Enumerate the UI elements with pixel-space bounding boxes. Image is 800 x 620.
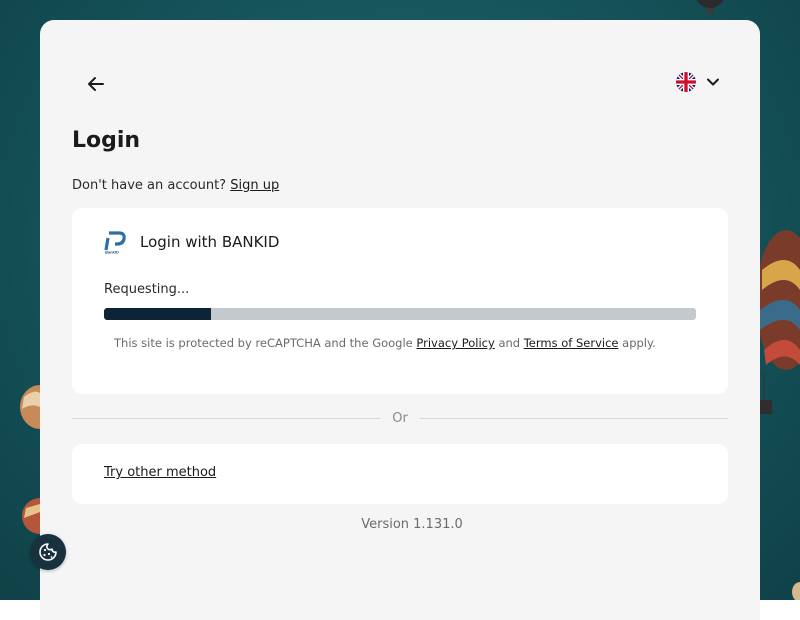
balloon-image (756, 230, 800, 414)
status-text: Requesting... (104, 282, 190, 297)
arrow-left-icon (88, 77, 104, 91)
balloon-image (20, 385, 40, 429)
signup-prompt: Don't have an account? Sign up (72, 178, 279, 193)
terms-of-service-link[interactable]: Terms of Service (524, 336, 619, 350)
recaptcha-notice: This site is protected by reCAPTCHA and … (114, 336, 656, 350)
progress-bar (104, 308, 696, 320)
progress-fill (104, 308, 211, 320)
divider-line (419, 417, 729, 419)
chevron-down-icon (707, 78, 719, 86)
bankid-logo-icon: BankID (104, 231, 127, 255)
uk-flag-icon (676, 72, 696, 92)
version-text: Version 1.131.0 (361, 517, 463, 532)
privacy-policy-link[interactable]: Privacy Policy (416, 336, 494, 350)
login-card: Login Don't have an account? Sign up Ban… (40, 20, 760, 620)
try-other-method-link[interactable]: Try other method (104, 465, 216, 480)
balloon-image (696, 0, 724, 14)
balloon-image (22, 498, 40, 534)
bankid-header: BankID Login with BANKID (104, 230, 279, 254)
language-selector[interactable] (676, 72, 720, 92)
back-button[interactable] (80, 68, 112, 100)
svg-text:BankID: BankID (105, 250, 119, 255)
page-title: Login (72, 128, 141, 153)
bankid-title: Login with BANKID (140, 233, 280, 251)
signup-link[interactable]: Sign up (230, 178, 279, 193)
bankid-panel: BankID Login with BANKID Requesting... T… (72, 208, 728, 394)
cookie-settings-button[interactable] (30, 534, 66, 570)
or-divider: Or (72, 408, 729, 428)
balloon-image (792, 582, 800, 600)
recaptcha-prefix: This site is protected by reCAPTCHA and … (114, 336, 413, 350)
other-method-panel: Try other method (72, 444, 728, 504)
divider-label: Or (392, 410, 408, 426)
divider-line (72, 417, 381, 419)
no-account-text: Don't have an account? (72, 178, 227, 193)
recaptcha-and: and (498, 336, 521, 350)
cookie-icon (39, 543, 57, 561)
recaptcha-suffix: apply. (622, 336, 656, 350)
